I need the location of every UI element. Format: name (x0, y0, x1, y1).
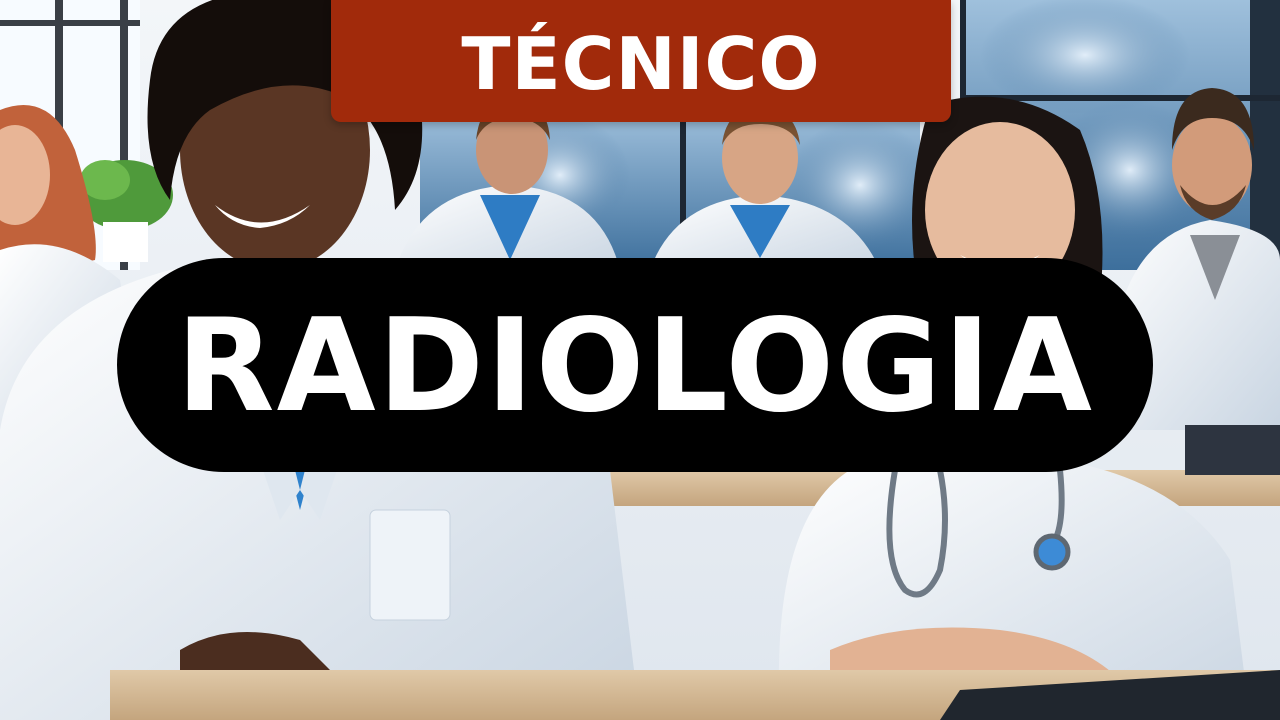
thumbnail: TÉCNICO RADIOLOGIA (0, 0, 1280, 720)
course-title-pill: RADIOLOGIA (117, 258, 1153, 472)
course-level-badge: TÉCNICO (331, 0, 951, 122)
course-level-label: TÉCNICO (461, 22, 821, 106)
course-title: RADIOLOGIA (176, 292, 1094, 441)
